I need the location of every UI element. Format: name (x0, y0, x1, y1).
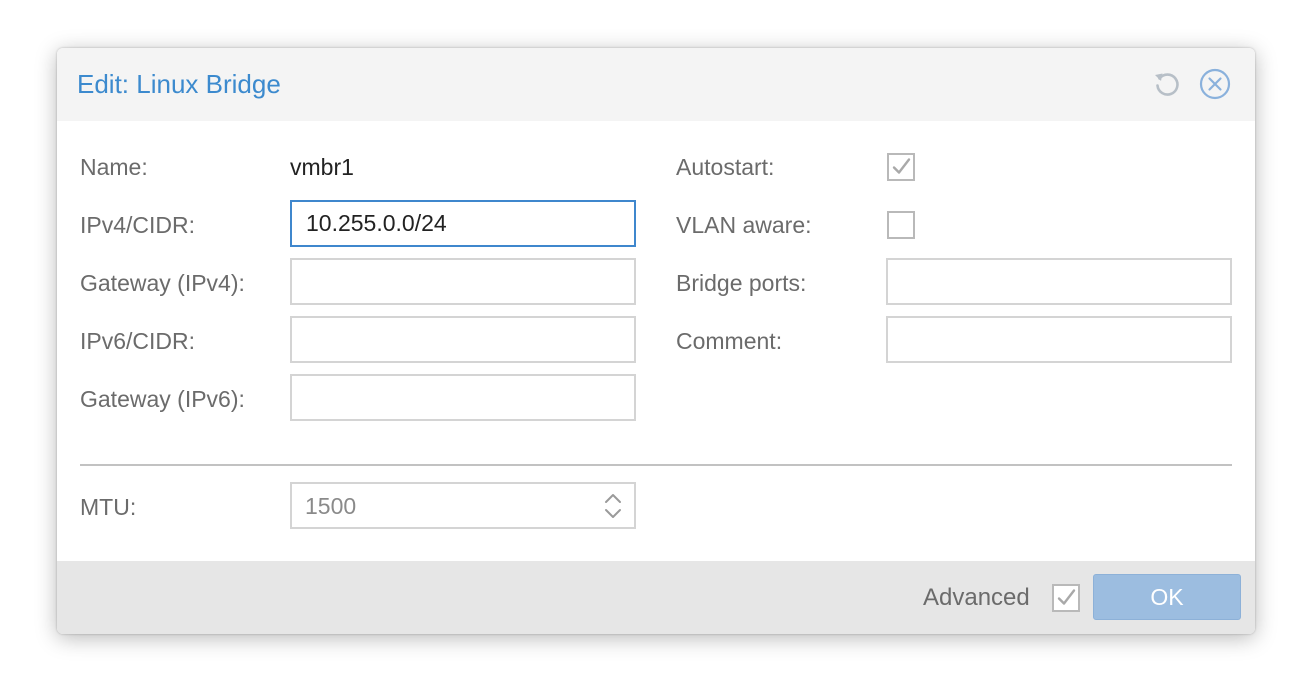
autostart-checkbox[interactable] (887, 153, 915, 181)
mtu-spinner[interactable]: 1500 (290, 482, 636, 529)
comment-input[interactable] (886, 316, 1232, 363)
ipv4-cidr-label: IPv4/CIDR: (80, 212, 196, 238)
ipv4-cidr-input[interactable] (290, 200, 636, 247)
bridge-ports-label: Bridge ports: (676, 270, 807, 296)
edit-linux-bridge-dialog: Edit: Linux Bridge Name: vmbr1 IPv4/CIDR… (57, 48, 1255, 634)
gateway-ipv6-label: Gateway (IPv6): (80, 386, 245, 412)
bridge-ports-input[interactable] (886, 258, 1232, 305)
advanced-separator (80, 464, 1232, 466)
advanced-checkbox[interactable] (1052, 584, 1080, 612)
reset-icon[interactable] (1151, 68, 1183, 100)
dialog-title: Edit: Linux Bridge (77, 69, 281, 99)
close-circle-icon[interactable] (1199, 68, 1231, 100)
comment-label: Comment: (676, 328, 783, 354)
name-value: vmbr1 (290, 154, 354, 180)
gateway-ipv4-input[interactable] (290, 258, 636, 305)
vlan-aware-label: VLAN aware: (676, 212, 812, 238)
vlan-aware-checkbox[interactable] (887, 211, 915, 239)
spinner-arrows-icon[interactable] (602, 490, 624, 522)
checkmark-icon (1057, 589, 1076, 605)
checkmark-icon (892, 158, 911, 174)
dialog-header: Edit: Linux Bridge (57, 48, 1255, 121)
mtu-value: 1500 (305, 493, 357, 519)
gateway-ipv4-label: Gateway (IPv4): (80, 270, 245, 296)
gateway-ipv6-input[interactable] (290, 374, 636, 421)
dialog-footer: Advanced OK (57, 561, 1255, 634)
advanced-label: Advanced (923, 584, 1030, 611)
mtu-label: MTU: (80, 494, 137, 520)
name-label: Name: (80, 154, 148, 180)
ok-button[interactable]: OK (1093, 574, 1241, 620)
ipv6-cidr-label: IPv6/CIDR: (80, 328, 196, 354)
autostart-label: Autostart: (676, 154, 775, 180)
ipv6-cidr-input[interactable] (290, 316, 636, 363)
